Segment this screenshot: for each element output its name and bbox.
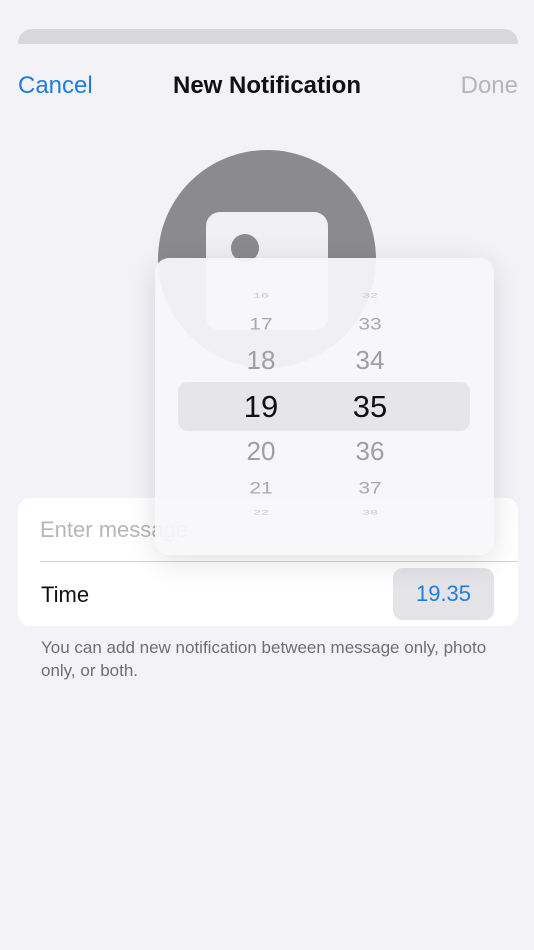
done-button[interactable]: Done xyxy=(461,72,518,100)
time-picker-popover: 16 17 18 19 20 21 22 32 33 34 35 36 37 3… xyxy=(155,258,494,555)
hour-option[interactable]: 17 xyxy=(206,316,316,333)
minute-option[interactable]: 36 xyxy=(315,438,425,464)
minute-option[interactable]: 33 xyxy=(315,316,425,333)
minute-wheel[interactable]: 32 33 34 35 36 37 38 xyxy=(315,258,425,555)
hour-option[interactable]: 18 xyxy=(206,347,316,373)
form-divider xyxy=(40,561,518,562)
time-value-button[interactable]: 19.35 xyxy=(393,568,494,620)
hour-option[interactable]: 22 xyxy=(206,509,316,515)
minute-option-selected[interactable]: 35 xyxy=(315,391,425,422)
navigation-bar: Cancel New Notification Done xyxy=(0,44,534,128)
minute-option[interactable]: 38 xyxy=(315,509,425,515)
hour-option[interactable]: 21 xyxy=(206,480,316,497)
minute-option[interactable]: 32 xyxy=(315,292,425,298)
minute-option[interactable]: 37 xyxy=(315,480,425,497)
hour-option[interactable]: 16 xyxy=(206,292,316,298)
hour-wheel[interactable]: 16 17 18 19 20 21 22 xyxy=(206,258,316,555)
hour-option-selected[interactable]: 19 xyxy=(206,391,316,422)
minute-option[interactable]: 34 xyxy=(315,347,425,373)
time-label: Time xyxy=(41,582,90,607)
hour-option[interactable]: 20 xyxy=(206,438,316,464)
hint-text: You can add new notification between mes… xyxy=(41,638,487,680)
page-title: New Notification xyxy=(172,72,361,99)
